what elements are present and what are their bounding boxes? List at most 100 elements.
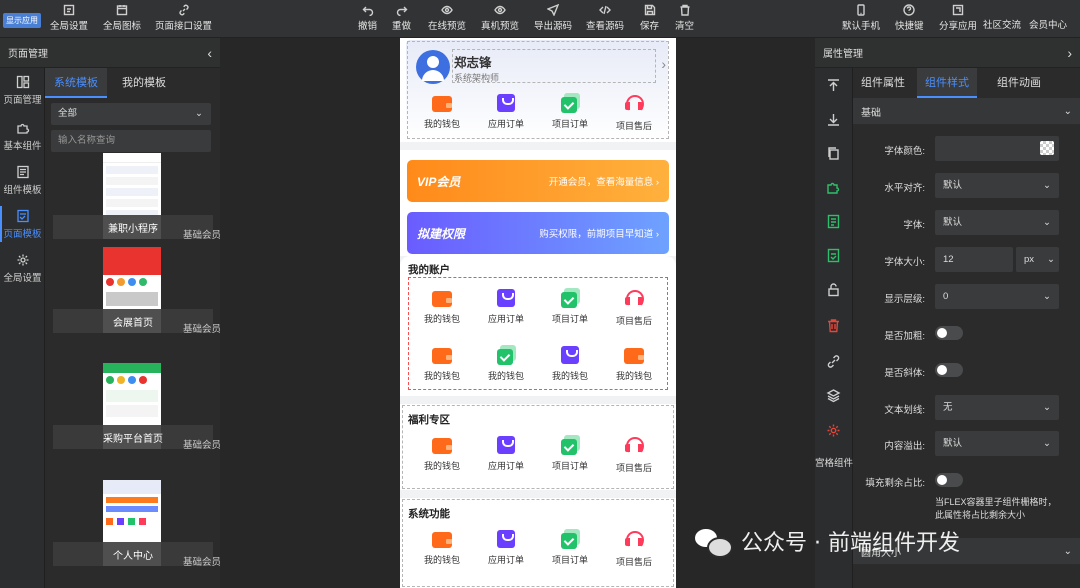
show-app-badge[interactable]: 显示应用: [3, 13, 41, 28]
nav-component-templates[interactable]: 组件模板: [0, 158, 45, 202]
calendar-icon: [116, 4, 128, 15]
collapse-right-icon[interactable]: ›: [1067, 45, 1072, 61]
grid-item[interactable]: 项目订单: [538, 288, 602, 335]
wallet-icon: [432, 96, 452, 112]
grid-item[interactable]: 应用订单: [474, 94, 538, 140]
template-tag: 基础会员: [182, 557, 221, 568]
global-settings-button[interactable]: 全局设置: [50, 4, 88, 34]
section-title: 我的账户: [408, 264, 450, 276]
device-preview-button[interactable]: 真机预览: [481, 4, 519, 34]
export-source-button[interactable]: 导出源码: [534, 3, 572, 34]
italic-toggle[interactable]: [935, 363, 963, 377]
decoration-select[interactable]: 无 ⌄: [935, 395, 1059, 420]
grid-item[interactable]: 项目售后: [602, 530, 666, 576]
view-source-button[interactable]: 查看源码: [586, 4, 624, 34]
tab-component-animation[interactable]: 组件动画: [989, 68, 1049, 98]
grid-item[interactable]: 项目订单: [538, 93, 602, 140]
font-size-unit-select[interactable]: px ⌄: [1015, 247, 1059, 272]
default-phone-button[interactable]: 默认手机: [842, 3, 880, 34]
check-icon: [561, 529, 580, 549]
vip-banner[interactable]: VIP会员 开通会员，查看海量信息 ›: [407, 160, 669, 202]
align-select[interactable]: 默认 ⌄: [935, 173, 1059, 198]
template-card[interactable]: 兼职小程序 基础会员: [53, 153, 221, 241]
chevron-down-icon: ⌄: [1047, 254, 1055, 265]
overflow-select[interactable]: 默认 ⌄: [935, 431, 1059, 456]
template-card[interactable]: 会展首页 基础会员: [53, 247, 221, 335]
redo-button[interactable]: 重做: [392, 4, 411, 34]
template-card[interactable]: 个人中心 基础会员: [53, 480, 221, 568]
headset-icon: [624, 436, 644, 456]
font-color-picker[interactable]: [935, 136, 1059, 161]
move-bottom-icon[interactable]: [826, 112, 842, 128]
template-search-input[interactable]: 输入名称查询: [51, 130, 211, 152]
tab-component-props[interactable]: 组件属性: [853, 68, 913, 98]
tab-component-style[interactable]: 组件样式: [917, 68, 977, 98]
unlock-icon[interactable]: [826, 282, 842, 298]
grid-item[interactable]: 我的钱包: [602, 346, 666, 392]
grid-item[interactable]: 项目售后: [602, 289, 666, 335]
template-card[interactable]: 采购平台首页 基础会员: [53, 363, 221, 451]
font-select[interactable]: 默认 ⌄: [935, 210, 1059, 235]
delete-icon[interactable]: [826, 318, 842, 334]
grid-item[interactable]: 项目订单: [538, 529, 602, 576]
account-section[interactable]: 我的账户 我的钱包 应用订单 项目订单 项目售后 我的钱包 我的钱包 我的钱包 …: [400, 256, 676, 396]
grid-item[interactable]: 我的钱包: [410, 530, 474, 576]
grid-item[interactable]: 项目订单: [538, 435, 602, 482]
nav-page-management[interactable]: 页面管理: [0, 68, 45, 112]
member-center-link[interactable]: 会员中心: [1029, 9, 1067, 39]
app-logo[interactable]: 显示应用: [3, 4, 43, 30]
community-link[interactable]: 社区交流: [983, 9, 1021, 39]
shortcuts-button[interactable]: 快捷键: [895, 3, 924, 34]
top-toolbar: 显示应用 全局设置 全局图标 页面接口设置 撤销 重做 在线预览 真机预览 导出…: [0, 0, 1080, 38]
clear-button[interactable]: 清空: [675, 4, 694, 34]
tab-system-templates[interactable]: 系统模板: [45, 68, 107, 98]
copy-icon[interactable]: [826, 146, 842, 162]
grid-item[interactable]: 我的钱包: [538, 346, 602, 392]
global-icons-button[interactable]: 全局图标: [103, 4, 141, 34]
collapse-left-icon[interactable]: ‹: [207, 45, 212, 61]
redo-icon: [396, 4, 408, 16]
move-top-icon[interactable]: [826, 78, 842, 94]
grid-item[interactable]: 项目售后: [602, 436, 666, 482]
wallet-icon: [432, 532, 452, 548]
bold-toggle[interactable]: [935, 326, 963, 340]
welfare-section[interactable]: 福利专区 我的钱包 应用订单 项目订单 项目售后: [400, 404, 676, 490]
save-template-icon[interactable]: [826, 214, 842, 230]
settings-gear-icon[interactable]: [826, 423, 842, 439]
grid-item[interactable]: 应用订单: [474, 436, 538, 482]
nav-page-templates[interactable]: 页面模板: [0, 202, 45, 246]
nav-global-settings[interactable]: 全局设置: [0, 246, 45, 290]
layers-icon[interactable]: [826, 388, 842, 404]
edit-template-icon[interactable]: [826, 248, 842, 264]
grid-item[interactable]: 我的钱包: [410, 289, 474, 335]
save-button[interactable]: 保存: [640, 4, 659, 34]
chevron-right-icon[interactable]: ›: [661, 56, 666, 72]
grid-item[interactable]: 我的钱包: [474, 345, 538, 392]
grid-item[interactable]: 应用订单: [474, 289, 538, 335]
page-api-settings-button[interactable]: 页面接口设置: [155, 4, 212, 34]
nav-basic-components[interactable]: 基本组件: [0, 114, 45, 158]
grid-item[interactable]: 我的钱包: [410, 94, 474, 140]
grid-item[interactable]: 应用订单: [474, 530, 538, 576]
profile-card[interactable]: 郑志锋 系统架构师 › 我的钱包 应用订单 项目订单 项目售后: [400, 38, 676, 142]
basic-group-header[interactable]: 基础 ⌄: [853, 98, 1080, 124]
online-preview-button[interactable]: 在线预览: [428, 4, 466, 34]
phone-preview[interactable]: 郑志锋 系统架构师 › 我的钱包 应用订单 项目订单 项目售后 VIP会员 开通…: [400, 38, 676, 588]
share-app-button[interactable]: 分享应用: [939, 4, 977, 34]
component-puzzle-icon[interactable]: [826, 180, 842, 196]
link-icon[interactable]: [826, 354, 842, 370]
font-size-input[interactable]: 12: [935, 247, 1013, 272]
rights-banner[interactable]: 拟建权限 购买权限，前期项目早知道 ›: [407, 212, 669, 254]
z-index-select[interactable]: 0 ⌄: [935, 284, 1059, 309]
properties-panel: 组件属性 组件样式 组件动画 基础 ⌄ 字体颜色: 水平对齐: 默认 ⌄ 字体: …: [853, 68, 1080, 588]
tab-my-templates[interactable]: 我的模板: [113, 68, 175, 98]
grid-item[interactable]: 我的钱包: [410, 346, 474, 392]
grid-item[interactable]: 我的钱包: [410, 436, 474, 482]
undo-button[interactable]: 撤销: [358, 4, 377, 34]
color-swatch: [1040, 141, 1054, 155]
template-filter-select[interactable]: 全部 ⌄: [51, 103, 211, 125]
system-section[interactable]: 系统功能 我的钱包 应用订单 项目订单 项目售后: [400, 498, 676, 588]
grid-item[interactable]: 项目售后: [602, 94, 666, 140]
avatar[interactable]: [416, 50, 450, 84]
flex-fill-toggle[interactable]: [935, 473, 963, 487]
